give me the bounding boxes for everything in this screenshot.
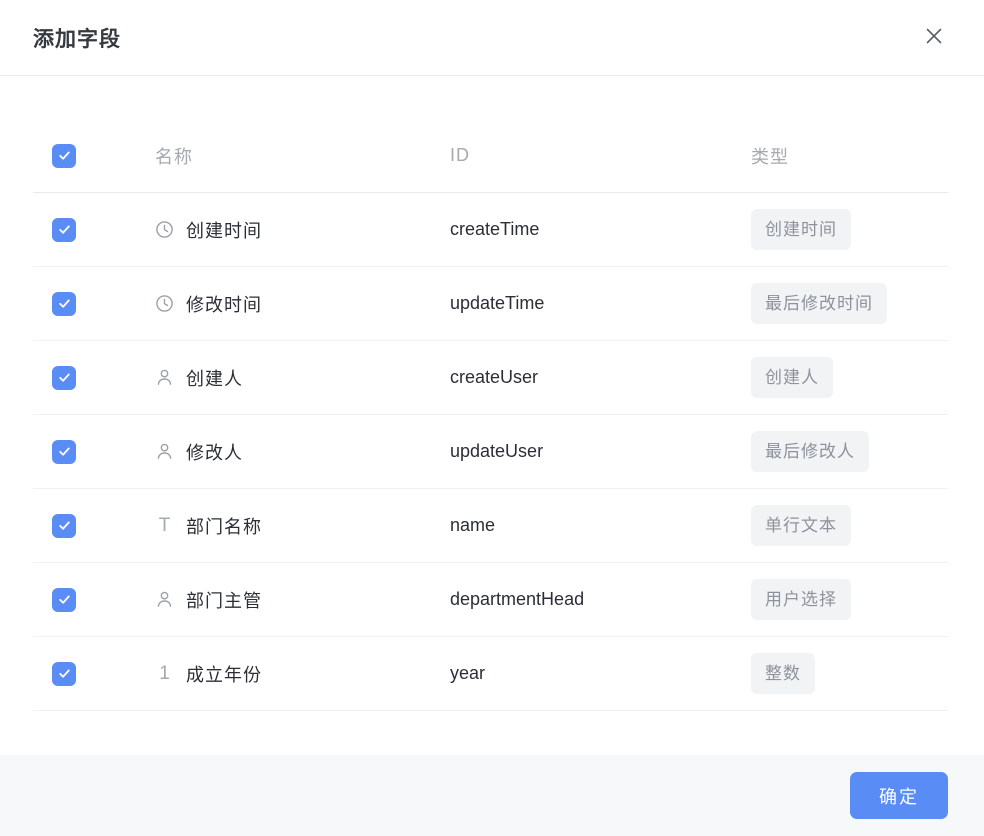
field-name: 创建时间 — [186, 217, 262, 243]
person-icon — [155, 368, 174, 387]
row-checkbox[interactable] — [52, 588, 76, 612]
table-body: 创建时间 createTime 创建时间 修改时间 updateTime 最后修… — [33, 193, 948, 711]
person-icon — [155, 442, 174, 461]
table-row: 修改人 updateUser 最后修改人 — [33, 415, 948, 489]
dialog-title: 添加字段 — [33, 23, 121, 53]
table-row: 创建时间 createTime 创建时间 — [33, 193, 948, 267]
column-header-name: 名称 — [155, 143, 193, 169]
row-checkbox[interactable] — [52, 514, 76, 538]
column-header-type: 类型 — [751, 143, 789, 169]
row-checkbox[interactable] — [52, 292, 76, 316]
column-header-id: ID — [450, 145, 470, 166]
table-row: 部门主管 departmentHead 用户选择 — [33, 563, 948, 637]
row-checkbox[interactable] — [52, 218, 76, 242]
text-icon: T — [155, 516, 174, 535]
field-type-badge: 整数 — [751, 653, 815, 694]
field-name: 修改人 — [186, 439, 243, 465]
field-type-badge: 创建人 — [751, 357, 833, 398]
close-icon — [923, 25, 945, 50]
field-id: year — [450, 663, 751, 684]
table-row: 创建人 createUser 创建人 — [33, 341, 948, 415]
field-type-badge: 创建时间 — [751, 209, 851, 250]
row-checkbox[interactable] — [52, 662, 76, 686]
close-button[interactable] — [920, 24, 948, 52]
field-id: updateTime — [450, 293, 751, 314]
field-id: createTime — [450, 219, 751, 240]
dialog-header: 添加字段 — [0, 0, 984, 76]
field-id: departmentHead — [450, 589, 751, 610]
table-row: T 部门名称 name 单行文本 — [33, 489, 948, 563]
clock-icon — [155, 220, 174, 239]
field-type-badge: 最后修改人 — [751, 431, 869, 472]
add-field-dialog: 添加字段 名称 ID 类型 — [0, 0, 984, 836]
dialog-body: 名称 ID 类型 创建时间 createTime 创建时间 修改时间 upda — [0, 76, 984, 755]
field-type-badge: 最后修改时间 — [751, 283, 887, 324]
field-type-badge: 用户选择 — [751, 579, 851, 620]
field-id: name — [450, 515, 751, 536]
select-all-checkbox[interactable] — [52, 144, 76, 168]
field-id: createUser — [450, 367, 751, 388]
confirm-button[interactable]: 确定 — [850, 772, 948, 819]
row-checkbox[interactable] — [52, 440, 76, 464]
field-name: 成立年份 — [186, 661, 262, 687]
row-checkbox[interactable] — [52, 366, 76, 390]
clock-icon — [155, 294, 174, 313]
field-name: 部门主管 — [186, 587, 262, 613]
field-type-badge: 单行文本 — [751, 505, 851, 546]
field-name: 修改时间 — [186, 291, 262, 317]
number-icon: 1 — [155, 664, 174, 683]
field-name: 创建人 — [186, 365, 243, 391]
field-id: updateUser — [450, 441, 751, 462]
table-row: 1 成立年份 year 整数 — [33, 637, 948, 711]
table-row: 修改时间 updateTime 最后修改时间 — [33, 267, 948, 341]
table-header-row: 名称 ID 类型 — [33, 119, 948, 193]
dialog-footer: 确定 — [0, 755, 984, 836]
field-name: 部门名称 — [186, 513, 262, 539]
person-icon — [155, 590, 174, 609]
